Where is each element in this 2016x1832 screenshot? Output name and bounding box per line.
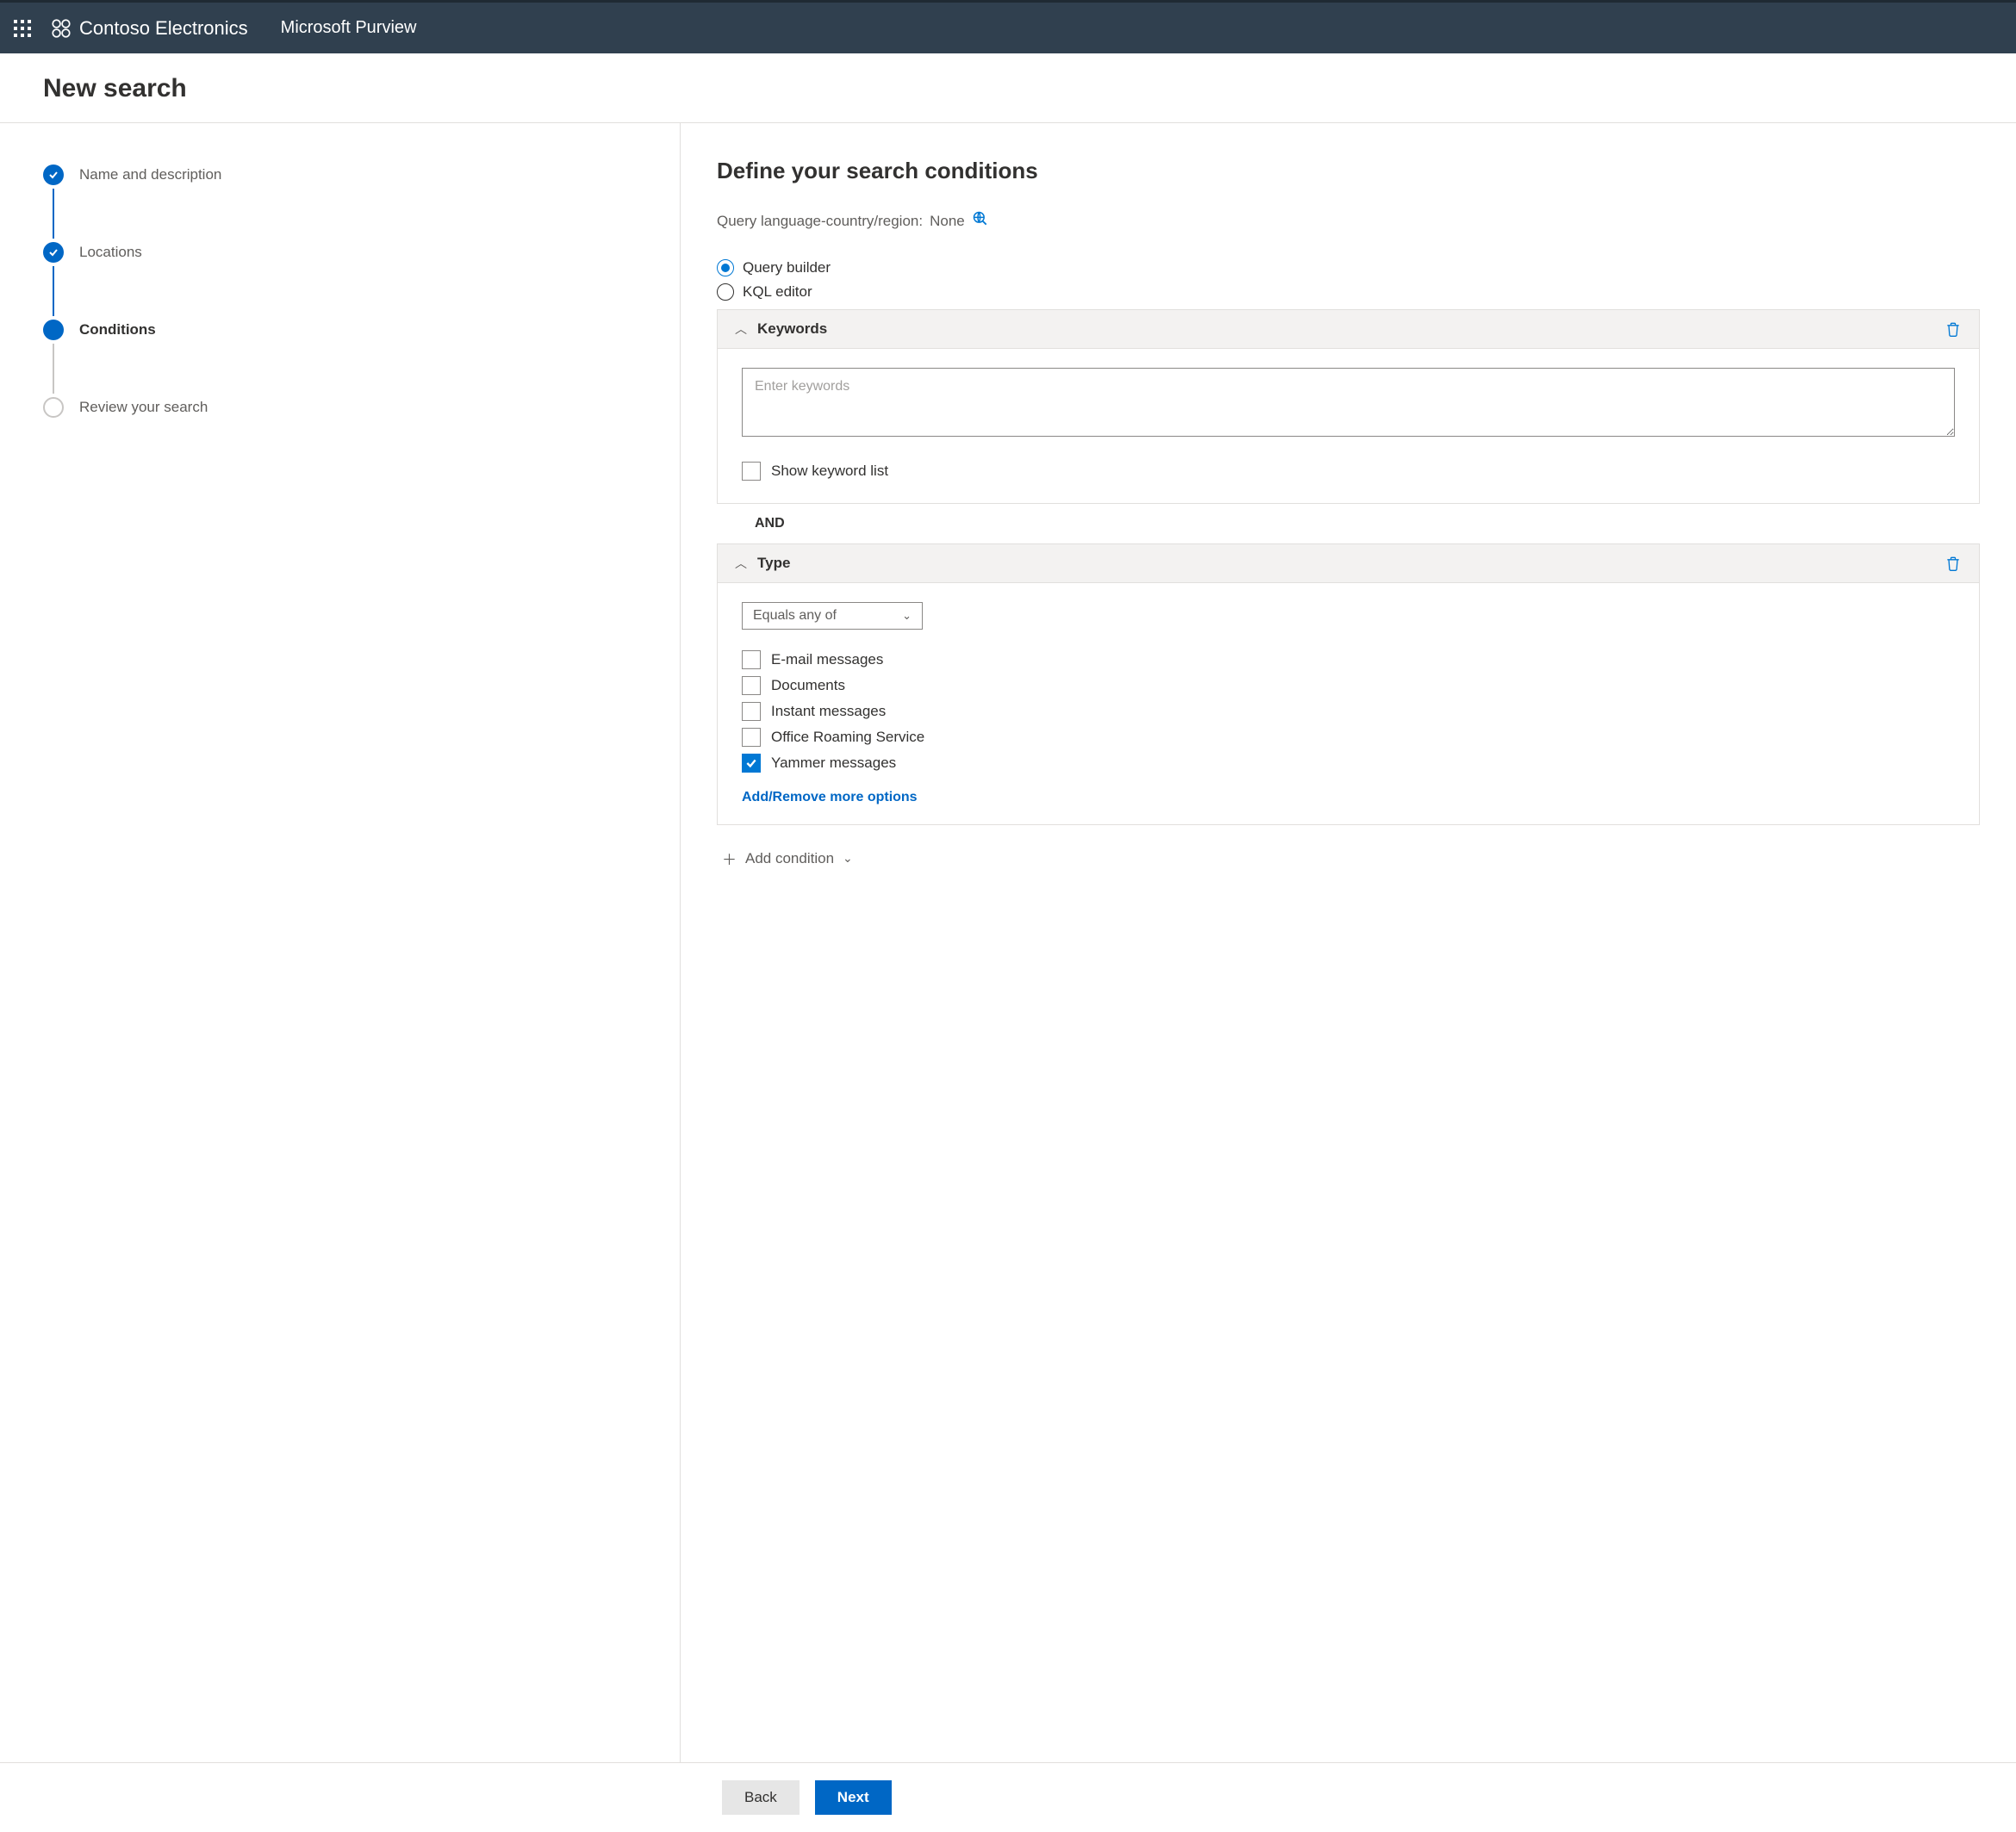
type-card-body: Equals any of ⌄ E-mail messages Document… bbox=[718, 583, 1979, 824]
plus-icon: ＋ bbox=[722, 848, 737, 869]
add-condition-label: Add condition bbox=[745, 850, 834, 867]
brand-logo-icon bbox=[50, 17, 72, 40]
step-label: Locations bbox=[79, 244, 142, 261]
check-icon bbox=[43, 165, 64, 185]
delete-icon[interactable] bbox=[1944, 320, 1962, 338]
step-label: Review your search bbox=[79, 399, 208, 416]
operator-select[interactable]: Equals any of ⌄ bbox=[742, 602, 923, 630]
wizard-footer: Back Next bbox=[0, 1762, 2016, 1832]
and-separator: AND bbox=[717, 504, 1980, 543]
checkbox-label: Documents bbox=[771, 677, 845, 694]
step-label: Name and description bbox=[79, 166, 221, 183]
type-option-email[interactable]: E-mail messages bbox=[742, 647, 1955, 673]
type-card: ︿ Type Equals any of ⌄ E-mail messages bbox=[717, 543, 1980, 825]
query-language-region: Query language-country/region: None bbox=[717, 210, 1980, 232]
checkbox-label: E-mail messages bbox=[771, 651, 883, 668]
checkbox-label: Yammer messages bbox=[771, 755, 896, 772]
query-lang-label: Query language-country/region: bbox=[717, 213, 923, 230]
dot-icon bbox=[43, 320, 64, 340]
type-option-instant-messages[interactable]: Instant messages bbox=[742, 699, 1955, 724]
page-heading: New search bbox=[0, 53, 2016, 123]
radio-icon bbox=[717, 259, 734, 276]
checkbox-icon bbox=[742, 754, 761, 773]
topbar: Contoso Electronics Microsoft Purview bbox=[0, 0, 2016, 53]
chevron-up-icon: ︿ bbox=[735, 555, 747, 572]
radio-query-builder[interactable]: Query builder bbox=[717, 256, 1980, 280]
checkbox-icon bbox=[742, 728, 761, 747]
keywords-card-body: Show keyword list bbox=[718, 349, 1979, 503]
content-heading: Define your search conditions bbox=[717, 158, 1980, 184]
radio-label: Query builder bbox=[743, 259, 831, 276]
main: Name and description Locations Condition… bbox=[0, 123, 2016, 1762]
checkbox-icon bbox=[742, 650, 761, 669]
keywords-input[interactable] bbox=[742, 368, 1955, 437]
step-review[interactable]: Review your search bbox=[43, 394, 637, 421]
radio-kql-editor[interactable]: KQL editor bbox=[717, 280, 1980, 304]
back-button[interactable]: Back bbox=[722, 1780, 800, 1815]
add-condition-button[interactable]: ＋ Add condition ⌄ bbox=[717, 825, 1980, 891]
checkbox-label: Office Roaming Service bbox=[771, 729, 924, 746]
step-label: Conditions bbox=[79, 321, 156, 338]
chevron-down-icon: ⌄ bbox=[902, 609, 912, 623]
checkbox-label: Show keyword list bbox=[771, 463, 888, 480]
operator-value: Equals any of bbox=[753, 608, 837, 624]
step-name-and-description[interactable]: Name and description bbox=[43, 161, 637, 189]
circle-icon bbox=[43, 397, 64, 418]
next-button[interactable]: Next bbox=[815, 1780, 892, 1815]
show-keyword-list-checkbox[interactable]: Show keyword list bbox=[742, 458, 1955, 484]
type-option-office-roaming[interactable]: Office Roaming Service bbox=[742, 724, 1955, 750]
brand: Contoso Electronics bbox=[50, 17, 248, 40]
checkbox-icon bbox=[742, 462, 761, 481]
radio-label: KQL editor bbox=[743, 283, 812, 301]
checkbox-icon bbox=[742, 676, 761, 695]
card-title: Keywords bbox=[757, 320, 827, 338]
chevron-up-icon: ︿ bbox=[735, 320, 747, 338]
product-name: Microsoft Purview bbox=[281, 18, 417, 38]
wizard-steps: Name and description Locations Condition… bbox=[43, 161, 637, 421]
query-lang-value: None bbox=[930, 213, 965, 230]
page-title: New search bbox=[43, 74, 1973, 103]
keywords-card: ︿ Keywords Show keyword list bbox=[717, 309, 1980, 504]
radio-icon bbox=[717, 283, 734, 301]
app-launcher-icon[interactable] bbox=[12, 18, 33, 39]
step-conditions[interactable]: Conditions bbox=[43, 316, 637, 344]
type-option-documents[interactable]: Documents bbox=[742, 673, 1955, 699]
type-card-header[interactable]: ︿ Type bbox=[718, 544, 1979, 583]
brand-name: Contoso Electronics bbox=[79, 17, 248, 40]
checkbox-label: Instant messages bbox=[771, 703, 886, 720]
keywords-card-header[interactable]: ︿ Keywords bbox=[718, 310, 1979, 349]
chevron-down-icon: ⌄ bbox=[843, 851, 853, 866]
card-title: Type bbox=[757, 555, 790, 572]
sidebar: Name and description Locations Condition… bbox=[0, 123, 681, 1762]
content: Define your search conditions Query lang… bbox=[681, 123, 2016, 1762]
check-icon bbox=[43, 242, 64, 263]
add-remove-options-link[interactable]: Add/Remove more options bbox=[742, 790, 918, 805]
query-mode-radio-group: Query builder KQL editor bbox=[717, 256, 1980, 304]
globe-edit-icon[interactable] bbox=[972, 210, 989, 232]
delete-icon[interactable] bbox=[1944, 555, 1962, 572]
step-locations[interactable]: Locations bbox=[43, 239, 637, 266]
type-option-yammer[interactable]: Yammer messages bbox=[742, 750, 1955, 776]
checkbox-icon bbox=[742, 702, 761, 721]
